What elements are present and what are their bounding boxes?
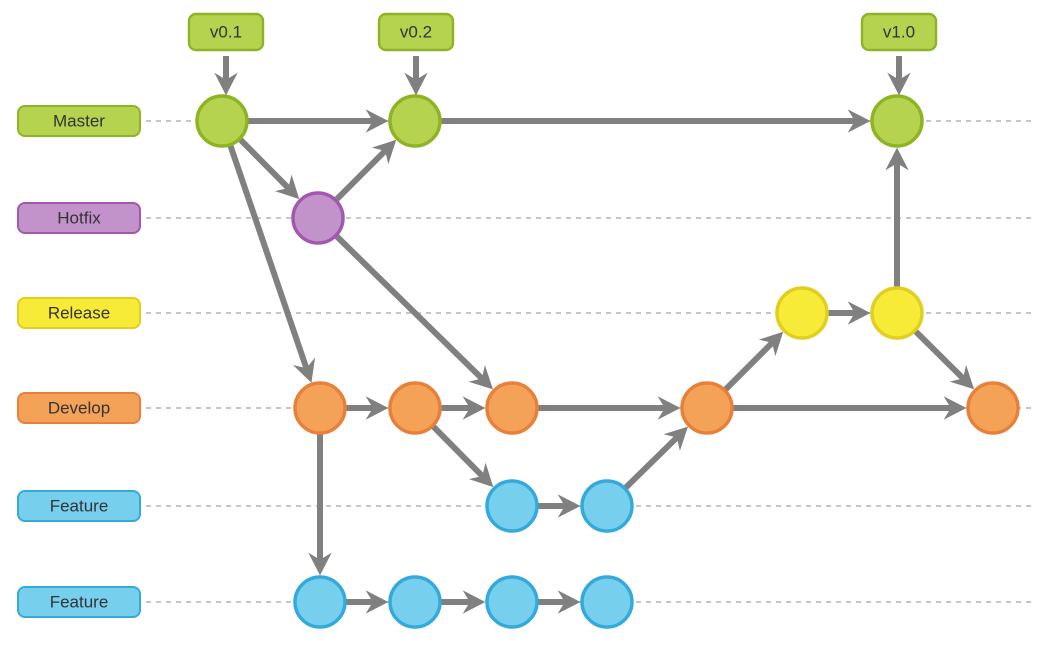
lane-label-develop[interactable]: Develop bbox=[17, 392, 141, 424]
edge-r2-d5 bbox=[913, 329, 975, 390]
version-tag-v10[interactable]: v1.0 bbox=[860, 12, 938, 52]
edge-h1-d3 bbox=[334, 234, 493, 390]
commit-node-f1b[interactable] bbox=[580, 479, 634, 533]
lane-label-master[interactable]: Master bbox=[17, 105, 141, 137]
tag-layer: v0.1 v0.2 v1.0 bbox=[187, 12, 938, 96]
edge-d2-f1a bbox=[431, 424, 494, 488]
edge-m1-h1 bbox=[238, 137, 300, 200]
lane-label-text: Feature bbox=[50, 496, 109, 515]
lane-label-layer: Master Hotfix Release Develop Feature Feature bbox=[17, 105, 141, 618]
lane-label-feature1[interactable]: Feature bbox=[17, 490, 141, 522]
lane-label-text: Release bbox=[48, 303, 110, 322]
lane-label-hotfix[interactable]: Hotfix bbox=[17, 202, 141, 234]
commit-node-d3[interactable] bbox=[485, 381, 539, 435]
commit-node-f2b[interactable] bbox=[388, 575, 442, 629]
gitflow-diagram-canvas: v0.1 v0.2 v1.0 Master Hotfix Release Develop F… bbox=[0, 0, 1050, 645]
commit-node-f2d[interactable] bbox=[580, 575, 634, 629]
edge-h1-m2 bbox=[334, 139, 397, 202]
version-tag-label: v0.2 bbox=[400, 22, 432, 41]
edge-d4-r1 bbox=[723, 331, 784, 392]
commit-node-f2a[interactable] bbox=[293, 575, 347, 629]
commit-node-f2c[interactable] bbox=[485, 575, 539, 629]
version-tag-label: v1.0 bbox=[883, 22, 915, 41]
lane-label-text: Master bbox=[53, 111, 105, 130]
edge-m1-d1 bbox=[227, 144, 316, 383]
version-tag-v02[interactable]: v0.2 bbox=[377, 12, 455, 52]
lane-label-feature2[interactable]: Feature bbox=[17, 586, 141, 618]
commit-node-f1a[interactable] bbox=[485, 479, 539, 533]
commit-node-d1[interactable] bbox=[293, 381, 347, 435]
lane-label-release[interactable]: Release bbox=[17, 297, 141, 329]
lane-label-text: Develop bbox=[48, 398, 110, 417]
commit-node-h1[interactable] bbox=[291, 191, 345, 245]
commit-node-m1[interactable] bbox=[195, 94, 249, 148]
branching-diagram: v0.1 v0.2 v1.0 Master Hotfix Release Develop F… bbox=[17, 12, 1032, 629]
commit-node-m3[interactable] bbox=[870, 94, 924, 148]
version-tag-v01[interactable]: v0.1 bbox=[187, 12, 265, 52]
commit-node-d4[interactable] bbox=[680, 381, 734, 435]
edge-f1b-d4 bbox=[623, 426, 689, 490]
commit-node-r1[interactable] bbox=[775, 286, 829, 340]
version-tag-label: v0.1 bbox=[210, 22, 242, 41]
commit-node-r2[interactable] bbox=[870, 286, 924, 340]
lane-label-text: Feature bbox=[50, 592, 109, 611]
commit-node-d5[interactable] bbox=[966, 381, 1020, 435]
commit-node-m2[interactable] bbox=[388, 94, 442, 148]
lane-label-text: Hotfix bbox=[57, 208, 101, 227]
commit-node-d2[interactable] bbox=[388, 381, 442, 435]
